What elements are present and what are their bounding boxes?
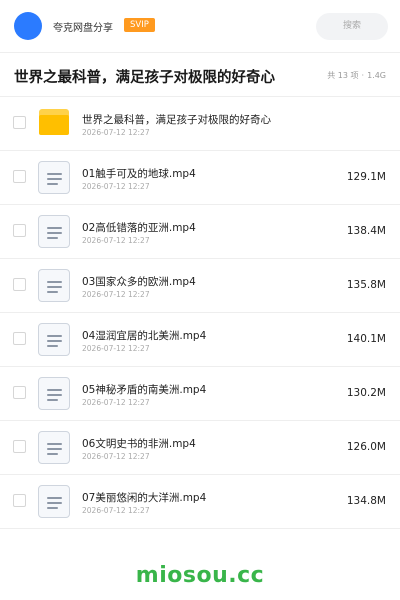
document-icon [38,161,70,194]
list-item[interactable]: 世界之最科普，满足孩子对极限的好奇心 2026-07-12 12:27 [0,97,400,151]
file-list: 世界之最科普，满足孩子对极限的好奇心 2026-07-12 12:27 01触手… [0,97,400,529]
divider [0,52,400,53]
file-date: 2026-07-12 12:27 [82,290,150,299]
document-icon [38,377,70,410]
top-bar: 夸克网盘分享 SVIP 搜索 [0,0,400,52]
file-date: 2026-07-12 12:27 [82,182,150,191]
folder-icon [39,109,69,135]
document-icon [38,323,70,356]
list-item[interactable]: 06文明史书的非洲.mp4 2026-07-12 12:27 126.0M [0,421,400,475]
share-meta: 共 13 项 · 1.4G [327,70,386,81]
file-name: 世界之最科普，满足孩子对极限的好奇心 [82,114,271,126]
row-checkbox[interactable] [13,116,26,129]
document-icon [38,485,70,518]
row-checkbox[interactable] [13,494,26,507]
file-name: 01触手可及的地球.mp4 [82,168,196,180]
file-date: 2026-07-12 12:27 [82,506,150,515]
file-size: 129.1M [346,171,386,183]
item-count: 共 13 项 [327,71,359,80]
page-title: 世界之最科普，满足孩子对极限的好奇心 [14,70,275,86]
file-name: 05神秘矛盾的南美洲.mp4 [82,384,207,396]
file-name: 04湿润宜居的北美洲.mp4 [82,330,207,342]
file-size: 130.2M [346,387,386,399]
row-checkbox[interactable] [13,170,26,183]
svip-badge: SVIP [124,18,155,32]
search-input[interactable]: 搜索 [316,13,388,40]
file-date: 2026-07-12 12:27 [82,128,150,137]
list-item[interactable]: 03国家众多的欧洲.mp4 2026-07-12 12:27 135.8M [0,259,400,313]
list-item[interactable]: 07美丽悠闲的大洋洲.mp4 2026-07-12 12:27 134.8M [0,475,400,529]
document-icon [38,431,70,464]
list-item[interactable]: 01触手可及的地球.mp4 2026-07-12 12:27 129.1M [0,151,400,205]
row-checkbox[interactable] [13,332,26,345]
file-size: 135.8M [346,279,386,291]
row-checkbox[interactable] [13,224,26,237]
list-item[interactable]: 02高低错落的亚洲.mp4 2026-07-12 12:27 138.4M [0,205,400,259]
file-date: 2026-07-12 12:27 [82,452,150,461]
file-name: 06文明史书的非洲.mp4 [82,438,196,450]
list-item[interactable]: 05神秘矛盾的南美洲.mp4 2026-07-12 12:27 130.2M [0,367,400,421]
file-name: 07美丽悠闲的大洋洲.mp4 [82,492,207,504]
watermark: miosou.cc [135,563,265,588]
file-size: 140.1M [346,333,386,345]
file-date: 2026-07-12 12:27 [82,236,150,245]
row-checkbox[interactable] [13,278,26,291]
document-icon [38,269,70,302]
site-name: 夸克网盘分享 [53,23,113,34]
row-checkbox[interactable] [13,386,26,399]
file-name: 03国家众多的欧洲.mp4 [82,276,196,288]
file-size: 134.8M [346,495,386,507]
file-name: 02高低错落的亚洲.mp4 [82,222,196,234]
list-item[interactable]: 04湿润宜居的北美洲.mp4 2026-07-12 12:27 140.1M [0,313,400,367]
row-checkbox[interactable] [13,440,26,453]
file-date: 2026-07-12 12:27 [82,344,150,353]
meta-separator: · [361,71,365,80]
file-size: 126.0M [346,441,386,453]
total-size: 1.4G [367,71,386,80]
file-size: 138.4M [346,225,386,237]
file-date: 2026-07-12 12:27 [82,398,150,407]
avatar[interactable] [14,12,42,40]
document-icon [38,215,70,248]
